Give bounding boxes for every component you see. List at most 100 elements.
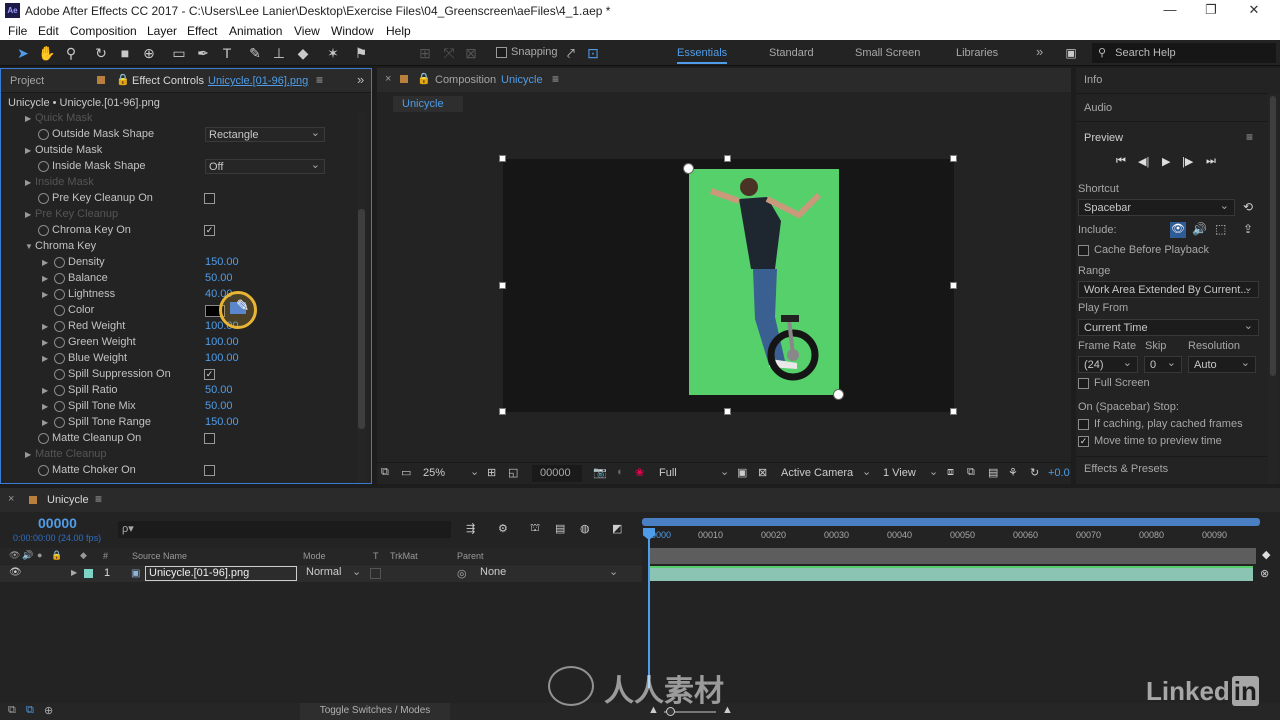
previous-frame-icon[interactable]: ◀| xyxy=(1138,155,1149,168)
cache-before-playback-checkbox[interactable] xyxy=(1078,245,1089,256)
timeline-search[interactable]: ρ▾ xyxy=(118,521,451,538)
frame-rate-dropdown[interactable]: (24) xyxy=(1078,356,1138,373)
panel-menu-icon[interactable]: ≡ xyxy=(552,72,559,86)
audio-section[interactable]: Audio xyxy=(1076,96,1268,122)
more-workspaces-button[interactable]: » xyxy=(1036,44,1043,59)
expand-panels-icon[interactable]: » xyxy=(357,72,364,87)
timeline-tab[interactable]: Unicycle xyxy=(47,494,89,506)
anchor-point-icon[interactable] xyxy=(833,389,844,400)
menu-edit[interactable]: Edit xyxy=(38,24,59,38)
camera-tool-icon[interactable]: ■ xyxy=(116,44,134,62)
stopwatch-icon[interactable] xyxy=(38,193,49,204)
lock-column-icon[interactable]: 🔒 xyxy=(51,550,62,561)
in-out-icon[interactable]: ⊕ xyxy=(44,704,53,717)
mode-chevron-icon[interactable]: ⌄ xyxy=(352,565,361,578)
layer-visibility-icon[interactable]: 👁 xyxy=(9,567,22,578)
clone-stamp-tool-icon[interactable]: ⊥ xyxy=(270,44,288,62)
motion-blur-icon[interactable]: ◍ xyxy=(580,522,590,535)
tab-project[interactable]: Project xyxy=(10,75,44,87)
snap-target-icon[interactable]: ⊡ xyxy=(584,44,602,62)
stopwatch-icon[interactable] xyxy=(38,465,49,476)
comp-timecode[interactable]: 00000 xyxy=(532,465,582,482)
anchor-point-icon[interactable] xyxy=(683,163,694,174)
pick-whip-icon[interactable]: ◎ xyxy=(457,567,467,580)
work-area-end-icon[interactable]: ◆ xyxy=(1262,548,1270,561)
pre-key-cleanup-checkbox[interactable] xyxy=(204,193,215,204)
prop-pre-key-cleanup[interactable]: ▶ Pre Key Cleanup xyxy=(1,207,356,223)
layer-name[interactable]: Unicycle.[01-96].png xyxy=(145,566,297,581)
panel-menu-icon[interactable]: ≡ xyxy=(95,492,102,506)
shortcut-dropdown[interactable]: Spacebar xyxy=(1078,199,1235,216)
zoom-dropdown[interactable]: 25% xyxy=(417,465,477,482)
workspace-libraries[interactable]: Libraries xyxy=(956,47,998,59)
menu-effect[interactable]: Effect xyxy=(187,24,217,38)
stopwatch-icon[interactable] xyxy=(54,321,65,332)
resolution-chevron-icon[interactable]: ⌄ xyxy=(720,465,729,478)
close-tab-icon[interactable]: × xyxy=(385,73,391,85)
reset-exposure-icon[interactable]: ↻ xyxy=(1030,466,1039,479)
range-dropdown[interactable]: Work Area Extended By Current... xyxy=(1078,281,1259,298)
include-audio-icon[interactable]: 🔊 xyxy=(1192,222,1207,236)
comp-button-icon[interactable]: ⊗ xyxy=(1260,567,1269,580)
region-of-interest-icon[interactable]: ▣ xyxy=(737,466,747,479)
matte-choker-checkbox[interactable] xyxy=(204,465,215,476)
workspace-small-screen[interactable]: Small Screen xyxy=(855,47,920,59)
always-preview-icon[interactable]: ⧉ xyxy=(381,466,389,479)
right-scrollbar[interactable] xyxy=(1268,94,1278,484)
frame-blending-icon[interactable]: ▤ xyxy=(555,522,565,535)
shy-layers-icon[interactable]: ⛫ xyxy=(530,522,540,536)
snapping-checkbox[interactable] xyxy=(496,47,507,58)
timeline-icon[interactable]: ▤ xyxy=(988,466,998,479)
play-icon[interactable]: ▶ xyxy=(1162,155,1170,168)
transform-handle[interactable] xyxy=(724,155,731,162)
transfer-controls-icon[interactable]: ⧉ xyxy=(26,704,34,717)
draft-3d-icon[interactable]: ⧉ xyxy=(967,466,975,479)
stopwatch-icon[interactable] xyxy=(54,417,65,428)
stopwatch-icon[interactable] xyxy=(38,161,49,172)
prop-inside-mask[interactable]: ▶ Inside Mask xyxy=(1,175,356,191)
stopwatch-icon[interactable] xyxy=(38,129,49,140)
camera-chevron-icon[interactable]: ⌄ xyxy=(862,465,871,478)
if-caching-checkbox[interactable] xyxy=(1078,419,1089,430)
menu-file[interactable]: File xyxy=(8,24,27,38)
spill-tone-range-value[interactable]: 150.00 xyxy=(205,416,239,428)
pan-behind-tool-icon[interactable]: ⊕ xyxy=(140,44,158,62)
tab-effect-controls[interactable]: Effect Controls xyxy=(132,75,204,87)
layer-switches-icon[interactable]: ⧉ xyxy=(8,704,16,717)
matte-cleanup-checkbox[interactable] xyxy=(204,433,215,444)
play-from-dropdown[interactable]: Current Time xyxy=(1078,319,1259,336)
outside-mask-shape-dropdown[interactable]: Rectangle xyxy=(205,126,325,142)
snapshot-icon[interactable]: 📷 xyxy=(593,466,607,479)
preserve-transparency-toggle[interactable] xyxy=(370,568,381,579)
lock-icon[interactable]: 🔒 xyxy=(116,73,130,86)
layer-duration-bar[interactable] xyxy=(648,566,1253,581)
menu-layer[interactable]: Layer xyxy=(147,24,177,38)
rotate-tool-icon[interactable]: ↻ xyxy=(92,44,110,62)
spill-tone-mix-value[interactable]: 50.00 xyxy=(205,400,233,412)
balance-value[interactable]: 50.00 xyxy=(205,272,233,284)
layer-row[interactable]: 👁 ▶ 1 ▣ Unicycle.[01-96].png Normal ⌄ ◎ … xyxy=(0,565,642,582)
external-video-icon[interactable]: ⇪ xyxy=(1243,222,1253,236)
stopwatch-icon[interactable] xyxy=(54,257,65,268)
preview-menu-icon[interactable]: ≡ xyxy=(1246,130,1253,144)
comp-subtab[interactable]: Unicycle xyxy=(393,96,463,112)
close-tab-icon[interactable]: × xyxy=(8,493,14,505)
lock-icon[interactable]: 🔒 xyxy=(417,72,431,85)
tab-effect-controls-target[interactable]: Unicycle.[01-96].png xyxy=(208,75,308,87)
transform-handle[interactable] xyxy=(950,155,957,162)
brush-tool-icon[interactable]: ✎ xyxy=(246,44,264,62)
search-help-field[interactable]: ⚲ Search Help xyxy=(1092,43,1276,63)
scrollbar-thumb[interactable] xyxy=(358,209,365,429)
hand-tool-icon[interactable]: ✋ xyxy=(38,44,56,62)
chroma-key-on-checkbox[interactable]: ✓ xyxy=(204,225,215,236)
current-time-indicator[interactable] xyxy=(648,528,650,688)
selection-tool-icon[interactable]: ➤ xyxy=(14,44,32,62)
transform-handle[interactable] xyxy=(724,408,731,415)
inside-mask-shape-dropdown[interactable]: Off xyxy=(205,158,325,174)
label-column-icon[interactable]: ◆ xyxy=(80,550,87,561)
prop-quick-mask[interactable]: ▶ Quick Mask xyxy=(1,111,356,127)
spill-suppression-checkbox[interactable]: ✓ xyxy=(204,369,215,380)
prop-outside-mask[interactable]: ▶ Outside Mask xyxy=(1,143,356,159)
transform-handle[interactable] xyxy=(499,408,506,415)
views-chevron-icon[interactable]: ⌄ xyxy=(929,465,938,478)
